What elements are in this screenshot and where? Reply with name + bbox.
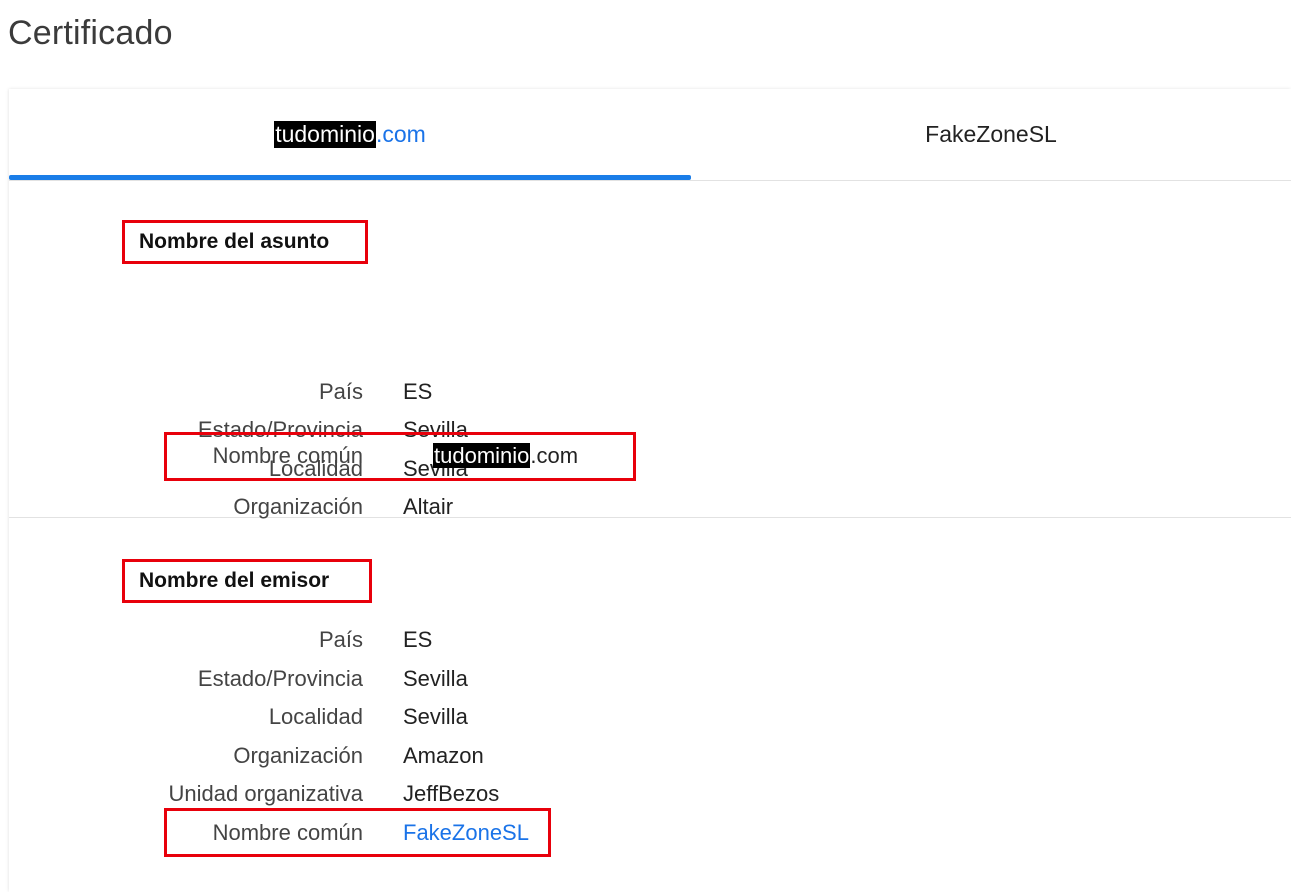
issuer-heading: Nombre del emisor: [122, 559, 372, 603]
issuer-row-locality: Localidad Sevilla: [9, 698, 709, 736]
issuer-row-country: País ES: [9, 621, 709, 659]
row-value: Sevilla: [403, 666, 468, 691]
subject-common-name-highlight-box: [164, 432, 636, 481]
issuer-section: Nombre del emisor País ES Estado/Provinc…: [9, 519, 1291, 892]
tab-subject-domain[interactable]: tudominio .com: [9, 89, 691, 180]
row-value: ES: [403, 379, 433, 404]
issuer-row-organization: Organización Amazon: [9, 737, 709, 775]
certificate-tabs: tudominio .com FakeZoneSL: [9, 89, 1291, 181]
issuer-row-state: Estado/Provincia Sevilla: [9, 660, 709, 698]
row-label: Organización: [233, 743, 363, 768]
row-value: ES: [403, 627, 433, 652]
row-label: País: [318, 627, 363, 652]
row-label: Estado/Provincia: [197, 666, 363, 691]
row-label: País: [318, 379, 363, 404]
page-title: Certificado: [8, 14, 173, 52]
row-value: Sevilla: [403, 704, 468, 729]
tab-label-suffix: .com: [375, 121, 426, 147]
subject-row-country: País ES: [9, 373, 709, 411]
subject-heading: Nombre del asunto: [122, 220, 368, 264]
row-value: Amazon: [403, 743, 484, 768]
certificate-card: tudominio .com FakeZoneSL Nombre del asun…: [9, 89, 1291, 892]
tab-label-redacted: tudominio: [274, 121, 376, 148]
issuer-common-name-highlight-box: [164, 808, 551, 857]
row-label: Localidad: [268, 704, 363, 729]
tab-issuer[interactable]: FakeZoneSL: [691, 89, 1291, 180]
